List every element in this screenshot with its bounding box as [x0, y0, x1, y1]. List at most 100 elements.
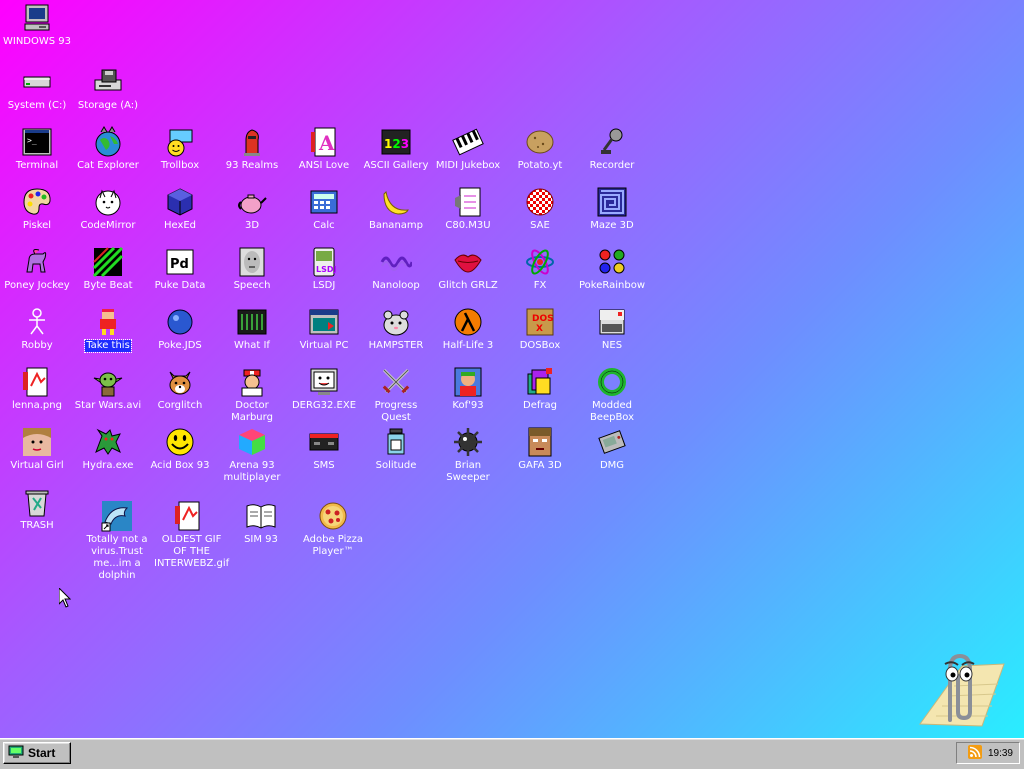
desktop-icon-virtual-pc[interactable]: Virtual PC [288, 306, 360, 352]
desktop-icon-maze-3d[interactable]: Maze 3D [576, 186, 648, 232]
desktop-icon-piskel[interactable]: Piskel [1, 186, 73, 232]
desktop-icon-take-this[interactable]: Take this [72, 306, 144, 353]
desktop-icon-progress-quest[interactable]: Progress Quest [360, 366, 432, 424]
desktop-icon-storage-a[interactable]: Storage (A:) [72, 66, 144, 112]
desktop-icon-cat-explorer[interactable]: Cat Explorer [72, 126, 144, 172]
svg-text:A: A [318, 131, 335, 155]
desktop-icon-label: SAE [530, 220, 550, 231]
acid-smiley-icon [164, 426, 196, 458]
desktop-icon-trash[interactable]: TRASH [1, 486, 73, 532]
desktop-icon-adobe-pizza-player[interactable]: Adobe Pizza Player™ [297, 500, 369, 558]
desktop-icon-solitude[interactable]: Solitude [360, 426, 432, 472]
desktop-icon-robby[interactable]: Robby [1, 306, 73, 352]
desktop-icon-lsdj[interactable]: LSDJ LSDJ [288, 246, 360, 292]
start-button[interactable]: Start [3, 742, 71, 764]
desktop-icon-label: Brian Sweeper [446, 460, 490, 483]
book-icon [245, 500, 277, 532]
desktop-icon-doctor-marburg[interactable]: Doctor Marburg [216, 366, 288, 424]
desktop-icon-label: Corglitch [157, 400, 203, 411]
desktop-icon-label: System (C:) [7, 100, 67, 111]
potato-icon [524, 126, 556, 158]
desktop-icon-derg32-exe[interactable]: DERG32.EXE [288, 366, 360, 412]
desktop-icon-hampster[interactable]: HAMPSTER [360, 306, 432, 352]
lambda-icon [452, 306, 484, 338]
svg-text:DOS: DOS [532, 314, 554, 324]
terminal-icon: >_ [21, 126, 53, 158]
clock[interactable]: 19:39 [988, 748, 1013, 759]
desktop-icon-lenna-png[interactable]: lenna.png [1, 366, 73, 412]
wave-icon [380, 246, 412, 278]
desktop-icon-half-life-3[interactable]: Half-Life 3 [432, 306, 504, 352]
desktop-icon-acid-box-93[interactable]: Acid Box 93 [144, 426, 216, 472]
desktop-icon-codemirror[interactable]: CodeMirror [72, 186, 144, 232]
clippy-assistant-icon[interactable] [912, 646, 1008, 732]
rss-feed-icon[interactable] [967, 744, 982, 762]
desktop-icon-what-if[interactable]: What If [216, 306, 288, 352]
desktop-icon-poney-jockey[interactable]: Poney Jockey [1, 246, 73, 292]
piano-keys-icon [452, 126, 484, 158]
desktop-icon-label: lenna.png [12, 400, 62, 411]
desktop-icon-arena-93-multiplayer[interactable]: Arena 93 multiplayer [216, 426, 288, 484]
desktop-icon-3d[interactable]: 3D [216, 186, 288, 232]
desktop-icon-hexed[interactable]: HexEd [144, 186, 216, 232]
desktop-icon-modded-beepbox[interactable]: Modded BeepBox [576, 366, 648, 424]
desktop-icon-system-c[interactable]: System (C:) [1, 66, 73, 112]
desktop-icon-virtual-girl[interactable]: Virtual Girl [1, 426, 73, 472]
girl-face-icon [21, 426, 53, 458]
desktop-icon-recorder[interactable]: Recorder [576, 126, 648, 172]
desktop-icon-midi-jukebox[interactable]: MIDI Jukebox [432, 126, 504, 172]
mine-icon [452, 426, 484, 458]
desktop-icon-ascii-gallery[interactable]: 123 ASCII Gallery [360, 126, 432, 172]
desktop-icon-kof-93[interactable]: Kof'93 [432, 366, 504, 412]
desktop-icon-gafa-3d[interactable]: GAFA 3D [504, 426, 576, 472]
desktop-icon-label: 93 Realms [225, 160, 279, 171]
desktop-icon-dosbox[interactable]: DOS X DOSBox [504, 306, 576, 352]
desktop-icon-label: Byte Beat [83, 280, 133, 291]
knight-icon [236, 126, 268, 158]
desktop-icon-brian-sweeper[interactable]: Brian Sweeper [432, 426, 504, 484]
desktop-icon-calc[interactable]: Calc [288, 186, 360, 232]
desktop-icon-sms[interactable]: SMS [288, 426, 360, 472]
desktop-icon-star-wars-avi[interactable]: Star Wars.avi [72, 366, 144, 412]
desktop-icon-label: ASCII Gallery [363, 160, 429, 171]
svg-text:Pd: Pd [170, 257, 189, 272]
ring-icon [596, 366, 628, 398]
system-tray: 19:39 [956, 742, 1020, 764]
desktop-icon-nanoloop[interactable]: Nanoloop [360, 246, 432, 292]
desktop-icon-corglitch[interactable]: Corglitch [144, 366, 216, 412]
desktop-icon-fx[interactable]: FX [504, 246, 576, 292]
desktop-icon-bananamp[interactable]: Bananamp [360, 186, 432, 232]
desktop-icon-hydra-exe[interactable]: Hydra.exe [72, 426, 144, 472]
desktop-icon-sim-93[interactable]: SIM 93 [225, 500, 297, 546]
desktop-icon-windows-93[interactable]: WINDOWS 93 [1, 2, 73, 48]
desktop-icon-93-realms[interactable]: 93 Realms [216, 126, 288, 172]
desktop-icon-label: WINDOWS 93 [2, 36, 72, 47]
cat-sketch-icon [92, 186, 124, 218]
desktop-icon-defrag[interactable]: Defrag [504, 366, 576, 412]
desktop-icon-poke-jds[interactable]: Poke.JDS [144, 306, 216, 352]
desktop-icon-label: CodeMirror [80, 220, 136, 231]
desktop-icon-speech[interactable]: Speech [216, 246, 288, 292]
desktop-icon-oldest-gif-of-the-interwebz-gif[interactable]: OLDEST GIF OF THE INTERWEBZ.gif [153, 500, 229, 570]
desktop[interactable]: WINDOWS 93 System (C:) Storage (A:) >_ Termi… [0, 0, 1024, 738]
desktop-icon-potato-yt[interactable]: Potato.yt [504, 126, 576, 172]
desktop-icon-puke-data[interactable]: Pd Puke Data [144, 246, 216, 292]
desktop-icon-byte-beat[interactable]: Byte Beat [72, 246, 144, 292]
start-label: Start [28, 746, 56, 760]
ascii-123-icon: 123 [380, 126, 412, 158]
desktop-icon-pokerainbow[interactable]: PokeRainbow [576, 246, 648, 292]
corgi-icon [164, 366, 196, 398]
desktop-icon-c80-m3u[interactable]: C80.M3U [432, 186, 504, 232]
desktop-icon-terminal[interactable]: >_ Terminal [1, 126, 73, 172]
desktop-icon-label: Kof'93 [452, 400, 484, 411]
desktop-icon-label: ANSI Love [298, 160, 350, 171]
desktop-icon-dmg[interactable]: DMG [576, 426, 648, 472]
desktop-icon-label: Trollbox [160, 160, 200, 171]
desktop-icon-nes[interactable]: NES [576, 306, 648, 352]
desktop-icon-sae[interactable]: SAE [504, 186, 576, 232]
desktop-icon-totally-not-a-virus-trust-me-im-a-dolphin[interactable]: Totally not a virus.Trust me...im a dolp… [81, 500, 153, 582]
desktop-icon-ansi-love[interactable]: A ANSI Love [288, 126, 360, 172]
desktop-icon-label: Modded BeepBox [589, 400, 635, 423]
desktop-icon-glitch-grlz[interactable]: Glitch GRLZ [432, 246, 504, 292]
desktop-icon-trollbox[interactable]: Trollbox [144, 126, 216, 172]
